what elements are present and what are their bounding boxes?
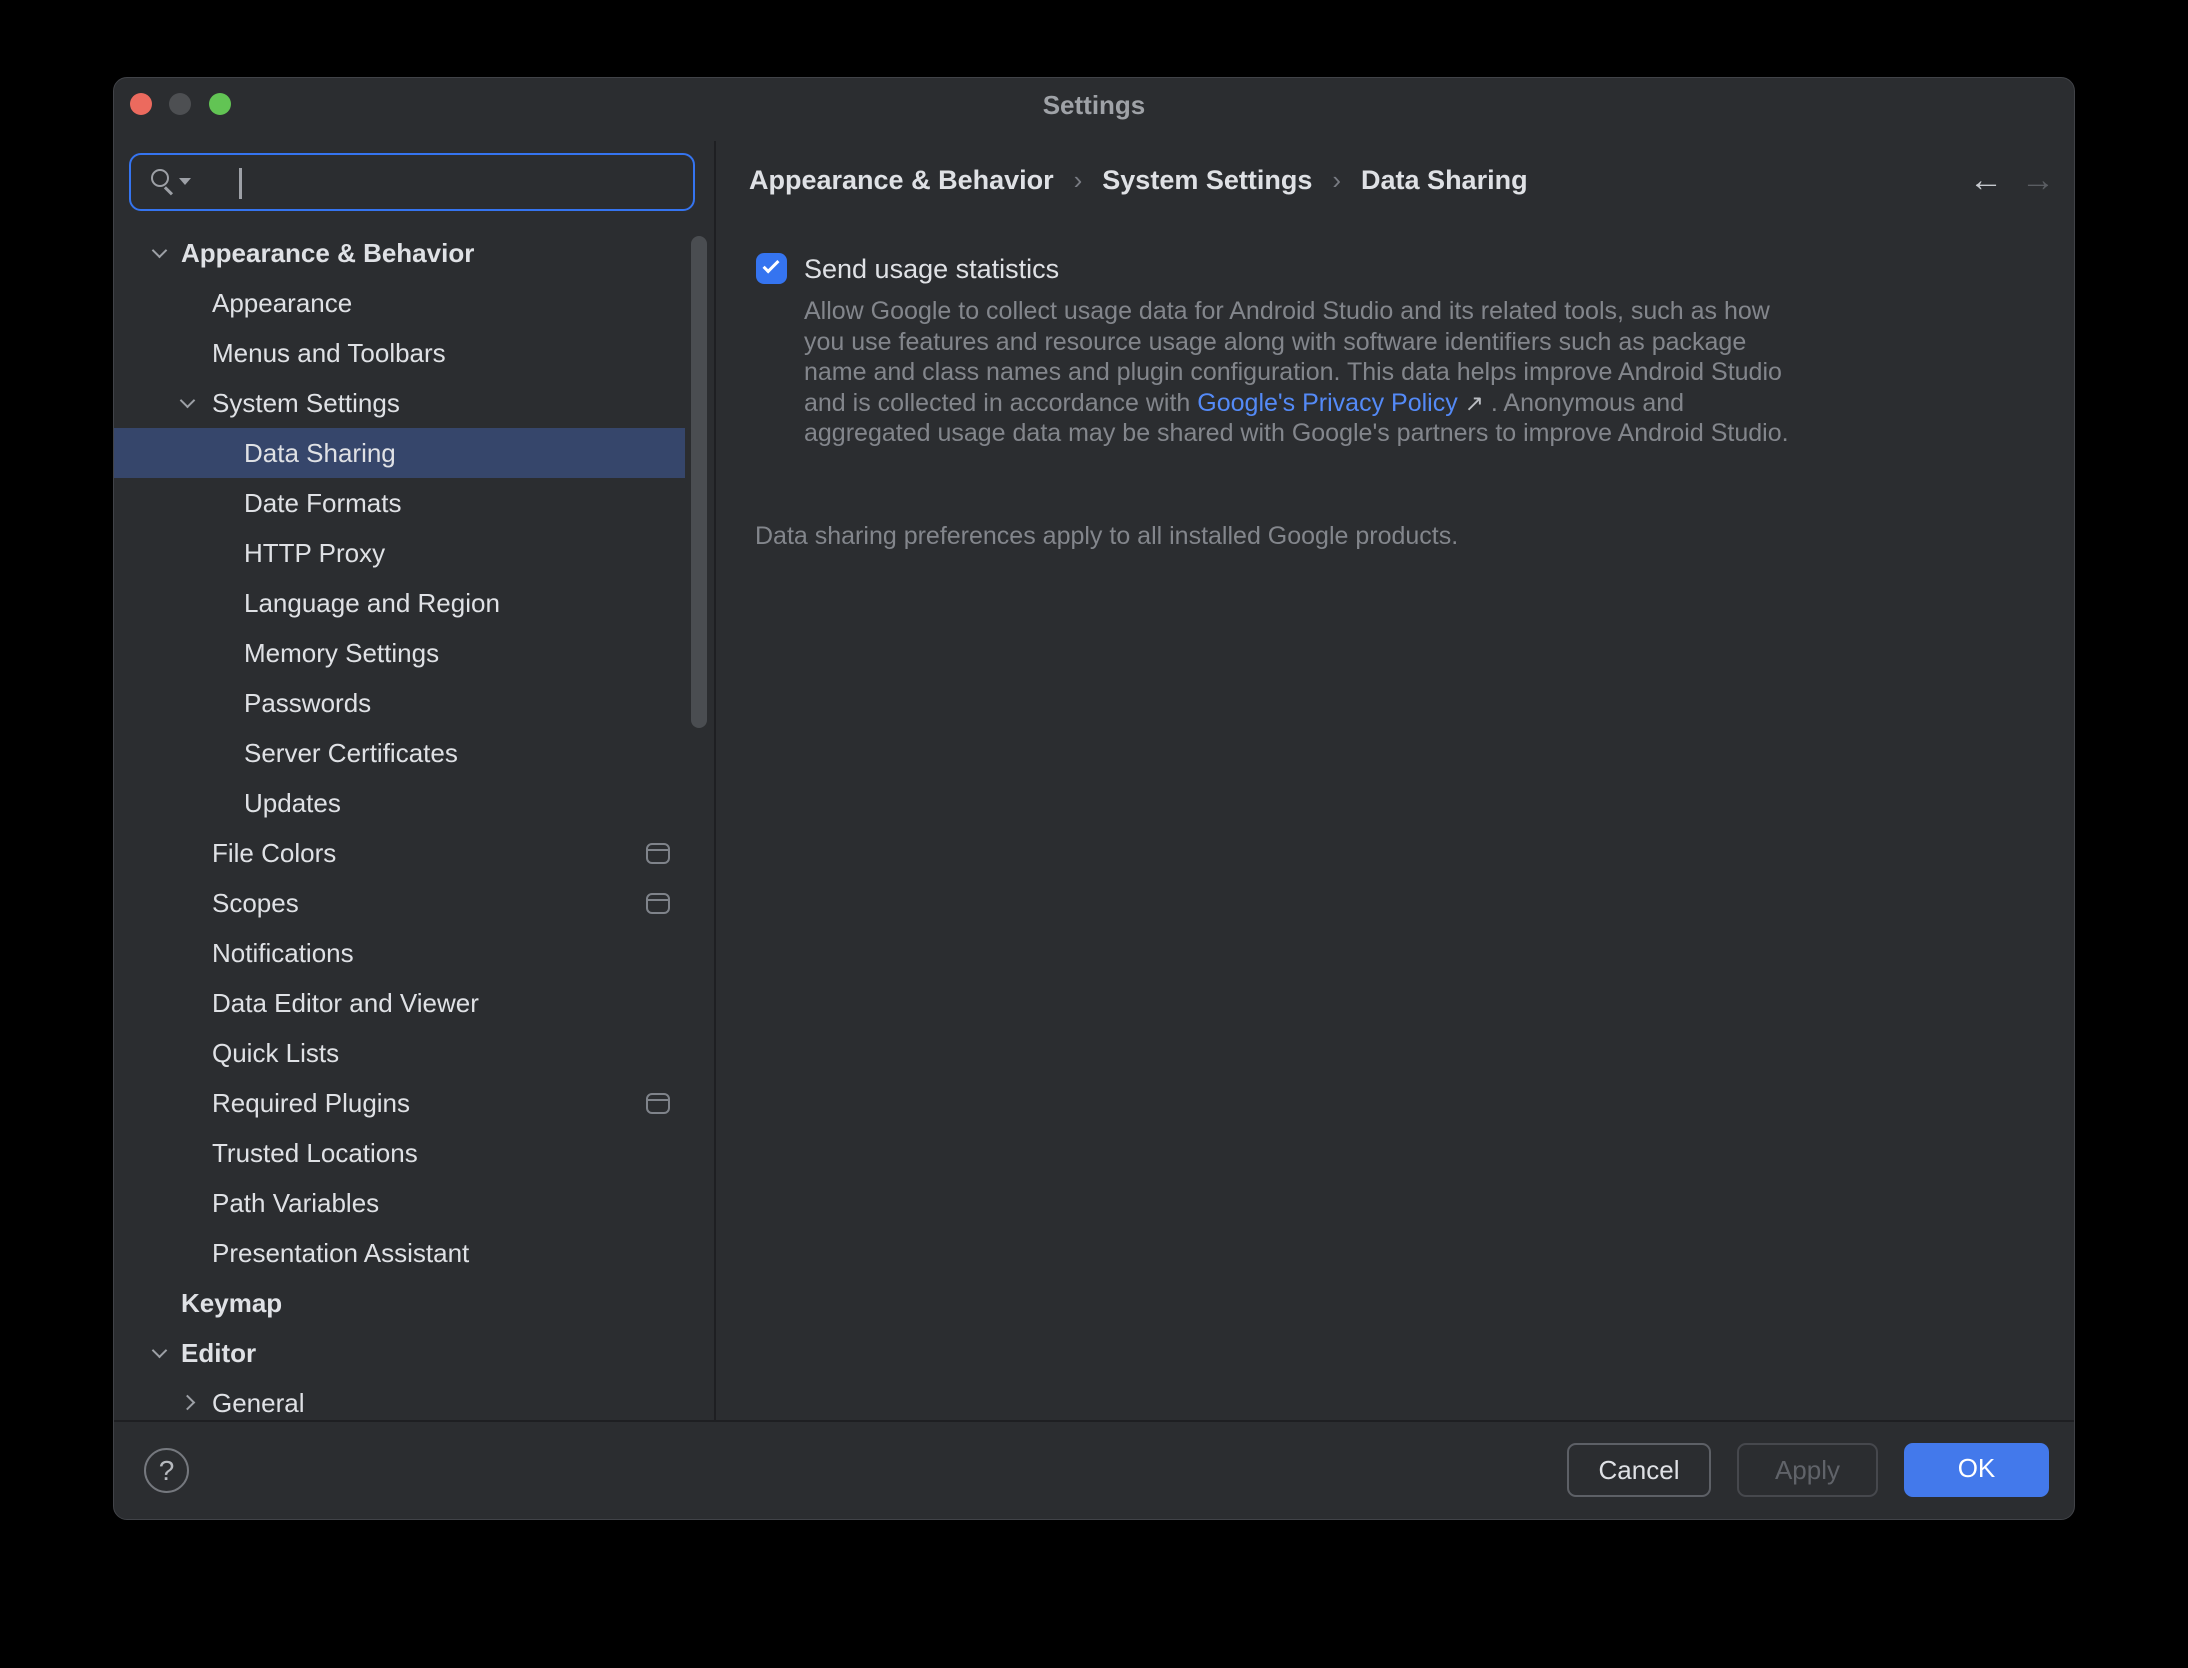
send-usage-statistics-checkbox[interactable]	[756, 253, 787, 284]
breadcrumb-separator-icon: ›	[1332, 165, 1341, 196]
breadcrumb-appearance-behavior[interactable]: Appearance & Behavior	[749, 165, 1054, 196]
sidebar-item-keymap[interactable]: Keymap	[114, 1278, 685, 1328]
sidebar-item-label: Keymap	[181, 1278, 282, 1328]
sidebar-item-label: Passwords	[244, 678, 371, 728]
back-arrow-icon[interactable]: ←	[1964, 158, 2008, 202]
breadcrumb-system-settings[interactable]: System Settings	[1102, 165, 1312, 196]
sidebar-item-memory-settings[interactable]: Memory Settings	[114, 628, 685, 678]
sidebar-divider	[714, 141, 716, 1420]
panel-window-icon	[646, 1093, 670, 1114]
sidebar-item-menus-and-toolbars[interactable]: Menus and Toolbars	[114, 328, 685, 378]
sidebar-item-data-editor-and-viewer[interactable]: Data Editor and Viewer	[114, 978, 685, 1028]
sidebar-item-label: Menus and Toolbars	[212, 328, 446, 378]
help-button[interactable]: ?	[144, 1448, 189, 1493]
sidebar-item-required-plugins[interactable]: Required Plugins	[114, 1078, 685, 1128]
sidebar-item-label: Language and Region	[244, 578, 500, 628]
sidebar-item-label: Date Formats	[244, 478, 402, 528]
sidebar-item-http-proxy[interactable]: HTTP Proxy	[114, 528, 685, 578]
sidebar-item-label: File Colors	[212, 828, 336, 878]
sidebar-item-label: Memory Settings	[244, 628, 439, 678]
sidebar-item-label: Data Editor and Viewer	[212, 978, 479, 1028]
sidebar-item-date-formats[interactable]: Date Formats	[114, 478, 685, 528]
breadcrumb: Appearance & Behavior › System Settings …	[749, 155, 1528, 205]
window-title: Settings	[114, 78, 2074, 141]
sidebar-item-system-settings[interactable]: System Settings	[114, 378, 685, 428]
forward-arrow-icon[interactable]: →	[2016, 158, 2060, 202]
question-mark-icon: ?	[159, 1455, 175, 1486]
sidebar-item-label: Required Plugins	[212, 1078, 410, 1128]
chevron-down-icon[interactable]	[152, 1343, 168, 1359]
sidebar-item-label: Appearance & Behavior	[181, 228, 474, 278]
sidebar-item-updates[interactable]: Updates	[114, 778, 685, 828]
sidebar-item-label: Path Variables	[212, 1178, 379, 1228]
privacy-policy-link[interactable]: Google's Privacy Policy	[1197, 389, 1457, 417]
sidebar-item-trusted-locations[interactable]: Trusted Locations	[114, 1128, 685, 1178]
sidebar-item-label: Data Sharing	[244, 428, 396, 478]
panel-window-icon	[646, 843, 670, 864]
chevron-down-icon[interactable]	[152, 243, 168, 259]
titlebar: Settings	[114, 78, 2074, 141]
settings-window: Settings Appearance & BehaviorAppearance…	[113, 77, 2075, 1520]
sidebar-item-label: Appearance	[212, 278, 352, 328]
checkmark-icon	[763, 257, 780, 274]
chevron-down-icon[interactable]	[180, 393, 196, 409]
sidebar-item-label: Notifications	[212, 928, 354, 978]
sidebar-item-label: Server Certificates	[244, 728, 458, 778]
external-link-icon: ↗	[1465, 390, 1484, 416]
data-sharing-note: Data sharing preferences apply to all in…	[755, 522, 1458, 551]
sidebar-item-language-and-region[interactable]: Language and Region	[114, 578, 685, 628]
sidebar-item-label: HTTP Proxy	[244, 528, 385, 578]
sidebar-item-quick-lists[interactable]: Quick Lists	[114, 1028, 685, 1078]
sidebar-item-label: Trusted Locations	[212, 1128, 418, 1178]
chevron-right-icon[interactable]	[180, 1395, 196, 1411]
breadcrumb-separator-icon: ›	[1074, 165, 1083, 196]
apply-button[interactable]: Apply	[1737, 1443, 1878, 1497]
sidebar-item-server-certificates[interactable]: Server Certificates	[114, 728, 685, 778]
send-usage-statistics-label[interactable]: Send usage statistics	[804, 253, 1059, 285]
sidebar-item-editor[interactable]: Editor	[114, 1328, 685, 1378]
cancel-button[interactable]: Cancel	[1567, 1443, 1711, 1497]
sidebar-item-appearance[interactable]: Appearance	[114, 278, 685, 328]
sidebar-item-data-sharing[interactable]: Data Sharing	[114, 428, 685, 478]
sidebar-scrollbar-thumb[interactable]	[691, 236, 707, 728]
sidebar-item-file-colors[interactable]: File Colors	[114, 828, 685, 878]
usage-statistics-description: Allow Google to collect usage data for A…	[804, 296, 1789, 449]
sidebar-tree: Appearance & BehaviorAppearanceMenus and…	[114, 228, 714, 1420]
sidebar-item-presentation-assistant[interactable]: Presentation Assistant	[114, 1228, 685, 1278]
sidebar-item-label: Editor	[181, 1328, 256, 1378]
ok-button[interactable]: OK	[1904, 1443, 2049, 1497]
sidebar-item-label: Updates	[244, 778, 341, 828]
sidebar-item-scopes[interactable]: Scopes	[114, 878, 685, 928]
screen: Settings Appearance & BehaviorAppearance…	[0, 0, 2188, 1668]
panel-window-icon	[646, 893, 670, 914]
breadcrumb-data-sharing: Data Sharing	[1361, 165, 1528, 196]
sidebar-item-appearance-behavior[interactable]: Appearance & Behavior	[114, 228, 685, 278]
sidebar-item-path-variables[interactable]: Path Variables	[114, 1178, 685, 1228]
sidebar-item-label: Quick Lists	[212, 1028, 339, 1078]
sidebar-item-notifications[interactable]: Notifications	[114, 928, 685, 978]
footer-divider	[114, 1420, 2074, 1422]
sidebar-item-general[interactable]: General	[114, 1378, 685, 1420]
sidebar-item-label: Scopes	[212, 878, 299, 928]
sidebar-item-label: System Settings	[212, 378, 400, 428]
sidebar-item-label: General	[212, 1378, 305, 1420]
settings-sidebar: Appearance & BehaviorAppearanceMenus and…	[114, 141, 714, 1420]
sidebar-item-label: Presentation Assistant	[212, 1228, 469, 1278]
sidebar-item-passwords[interactable]: Passwords	[114, 678, 685, 728]
